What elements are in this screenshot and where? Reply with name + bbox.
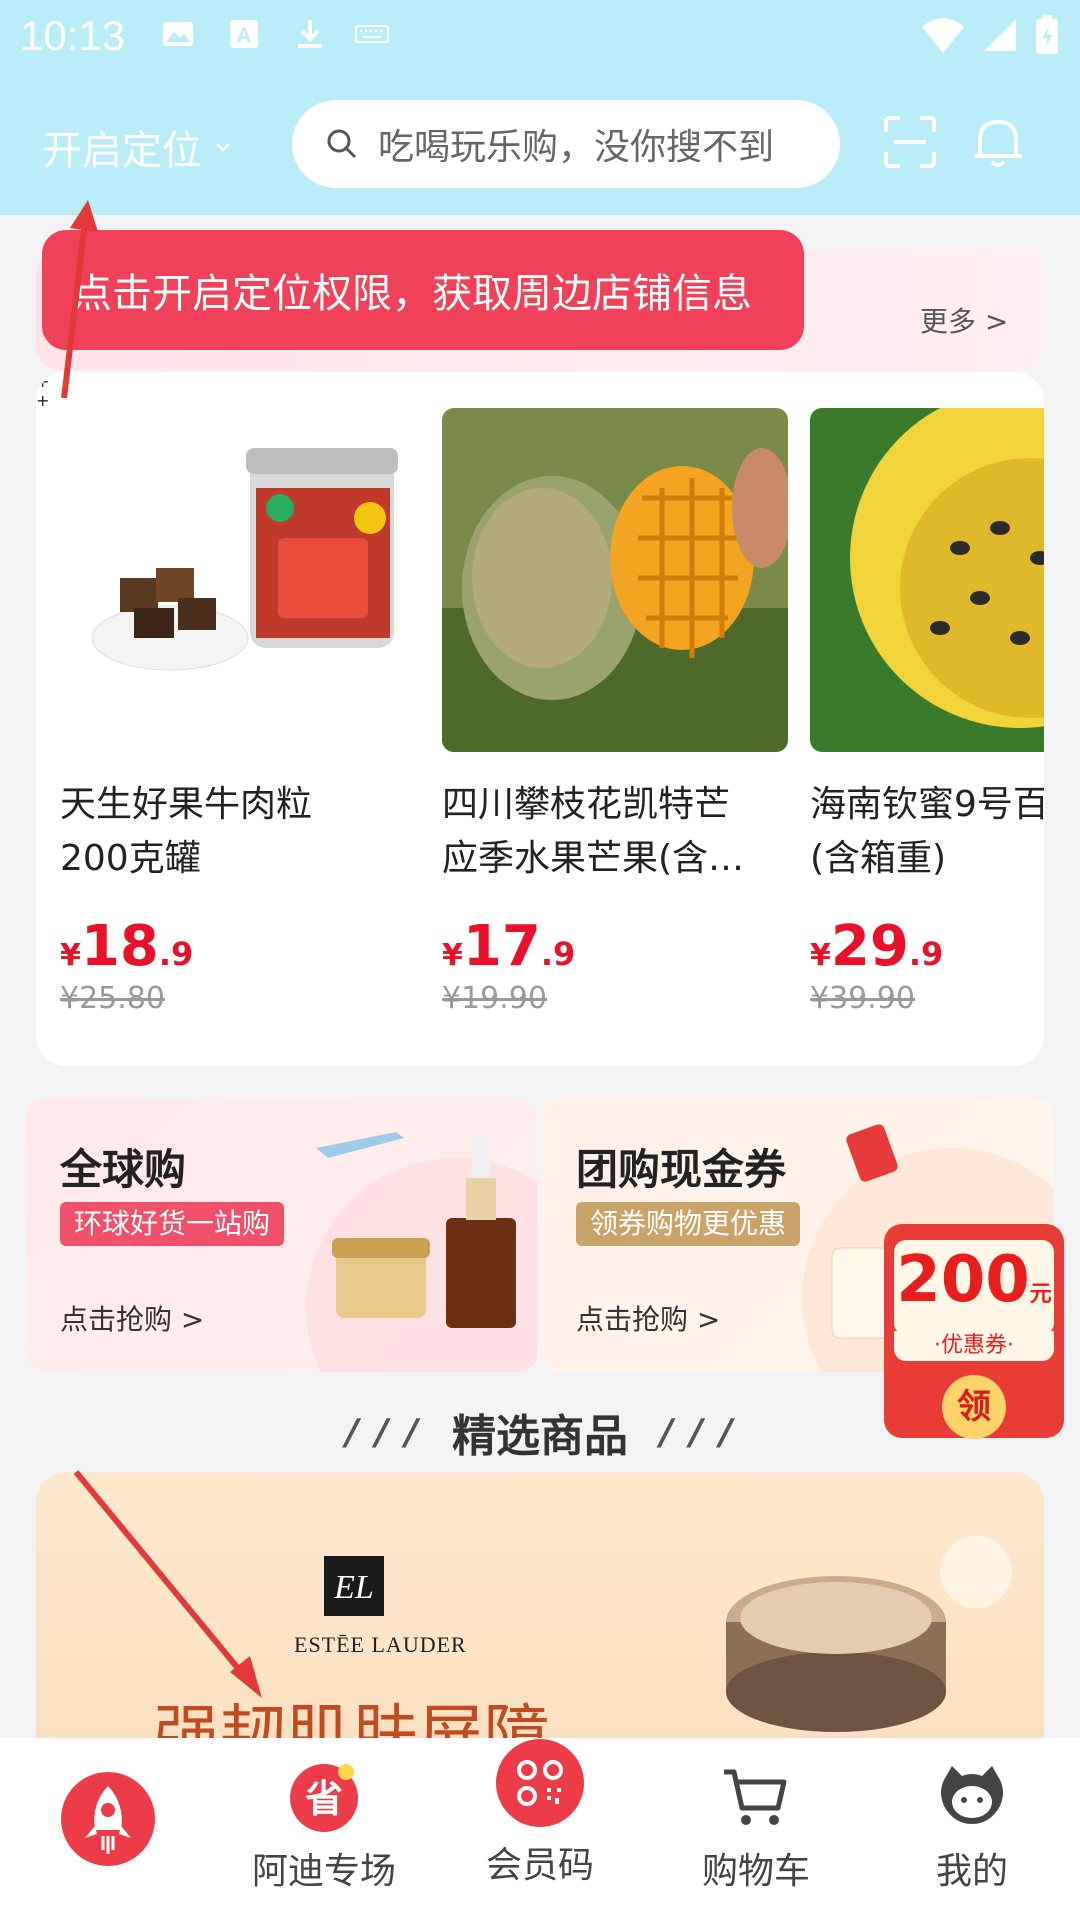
coupon-label: ·优惠券· <box>894 1331 1054 1361</box>
bell-icon[interactable] <box>968 112 1028 172</box>
tile-badge: 领券购物更优惠 <box>576 1202 801 1246</box>
location-selector[interactable]: 开启定位 <box>42 118 232 176</box>
svg-text:EL: EL <box>333 1569 374 1606</box>
nav-item-cart[interactable]: 购物车 <box>656 1758 856 1894</box>
product-name: 四川攀枝花凯特芒应季水果芒果(含… <box>442 784 745 879</box>
signal-icon <box>984 19 1016 51</box>
coupon-amount: 200元 <box>894 1240 1054 1335</box>
product-original-price: ¥25.80 <box>60 981 165 1016</box>
nav-item-profile[interactable]: 我的 <box>872 1758 1072 1894</box>
brand-logo: EL <box>324 1556 384 1616</box>
tile-badge: 环球好货一站购 <box>60 1202 285 1246</box>
header-bar: 10:13 A 开启定位 吃喝玩乐购，没你搜不到 <box>0 0 1080 215</box>
nav-label: 会员码 <box>485 1845 594 1886</box>
svg-text:省: 省 <box>305 1777 343 1821</box>
battery-icon <box>1036 15 1058 54</box>
bottom-navigation: 省 阿迪专场 会员码 购物车 我的 <box>0 1738 1080 1920</box>
chevron-down-icon <box>216 143 230 152</box>
wifi-icon <box>922 18 964 53</box>
brand-name: ESTĒE LAUDER <box>294 1632 467 1657</box>
text-notification-icon: A <box>230 20 258 48</box>
nav-item-member-code[interactable]: 会员码 <box>440 1738 640 1888</box>
product-name: 海南钦蜜9号百果(含箱重) <box>810 784 1044 879</box>
svg-text:A: A <box>237 25 251 47</box>
product-card[interactable]: 天生好果牛肉粒200克罐 ¥ 18 .9 ¥25.80 <box>60 408 406 1016</box>
nav-label: 阿迪专场 <box>251 1851 396 1892</box>
location-permission-tooltip[interactable]: 点击开启定位权限，获取周边店铺信息 <box>42 230 804 350</box>
product-price: ¥ 29 .9 <box>810 914 944 979</box>
nav-item-home[interactable] <box>8 1770 208 1876</box>
search-icon <box>327 129 357 159</box>
section-title: 精选商品 <box>452 1411 628 1462</box>
tooltip-text: 点击开启定位权限，获取周边店铺信息 <box>72 271 752 317</box>
keyboard-icon <box>355 25 389 43</box>
location-label: 开启定位 <box>42 128 202 174</box>
product-carousel: 天生好果牛肉粒200克罐 ¥ 18 .9 ¥25.80 + 四川攀枝花凯特芒应季… <box>36 372 1044 1066</box>
nav-label: 购物车 <box>701 1851 810 1892</box>
annotation-arrow-down <box>73 1470 262 1698</box>
product-card[interactable]: 海南钦蜜9号百果(含箱重) ¥ 29 .9 ¥39.90 <box>810 408 1044 1016</box>
floating-coupon[interactable]: 200元 ·优惠券· 领 <box>884 1224 1064 1439</box>
product-name: 天生好果牛肉粒200克罐 <box>60 784 313 879</box>
more-link[interactable]: 更多 > <box>920 300 1008 340</box>
decorative-slashes-right: / / / <box>660 1411 735 1453</box>
image-notification-icon <box>163 22 193 46</box>
product-image-mango <box>442 408 788 752</box>
download-icon <box>298 20 322 48</box>
claim-coupon-button[interactable]: 领 <box>942 1375 1006 1439</box>
tile-title: 团购现金券 <box>576 1145 787 1194</box>
save-icon: 省 <box>290 1764 358 1832</box>
tile-cta[interactable]: 点击抢购 > <box>60 1298 204 1338</box>
tile-title: 全球购 <box>60 1145 187 1194</box>
product-image-passion-fruit <box>810 408 1044 752</box>
scan-icon[interactable] <box>880 112 940 172</box>
product-original-price: ¥19.90 <box>442 981 547 1016</box>
global-shopping-illustration <box>306 1132 538 1372</box>
search-input[interactable]: 吃喝玩乐购，没你搜不到 <box>292 100 840 188</box>
status-bar: 10:13 A <box>0 0 1080 72</box>
product-image-beef-jerky <box>60 408 406 752</box>
add-to-cart-button[interactable]: + <box>36 372 1044 391</box>
cart-icon <box>724 1769 787 1825</box>
product-price: ¥ 18 .9 <box>60 914 194 979</box>
global-shopping-tile[interactable]: 全球购 环球好货一站购 点击抢购 > <box>26 1098 538 1372</box>
product-original-price: ¥39.90 <box>810 981 915 1016</box>
status-time: 10:13 <box>20 12 126 59</box>
annotation-arrow-up <box>61 200 98 399</box>
profile-icon <box>941 1766 1003 1824</box>
product-card[interactable]: 四川攀枝花凯特芒应季水果芒果(含… ¥ 17 .9 ¥19.90 <box>442 408 788 1016</box>
tile-cta[interactable]: 点击抢购 > <box>576 1298 720 1338</box>
decorative-slashes-left: / / / <box>345 1411 420 1453</box>
nav-label: 我的 <box>935 1851 1008 1892</box>
member-qr-icon <box>496 1739 584 1827</box>
product-price: ¥ 17 .9 <box>442 914 576 979</box>
rocket-icon <box>61 1772 155 1866</box>
search-placeholder: 吃喝玩乐购，没你搜不到 <box>378 127 775 168</box>
nav-item-adi-special[interactable]: 省 阿迪专场 <box>224 1758 424 1894</box>
